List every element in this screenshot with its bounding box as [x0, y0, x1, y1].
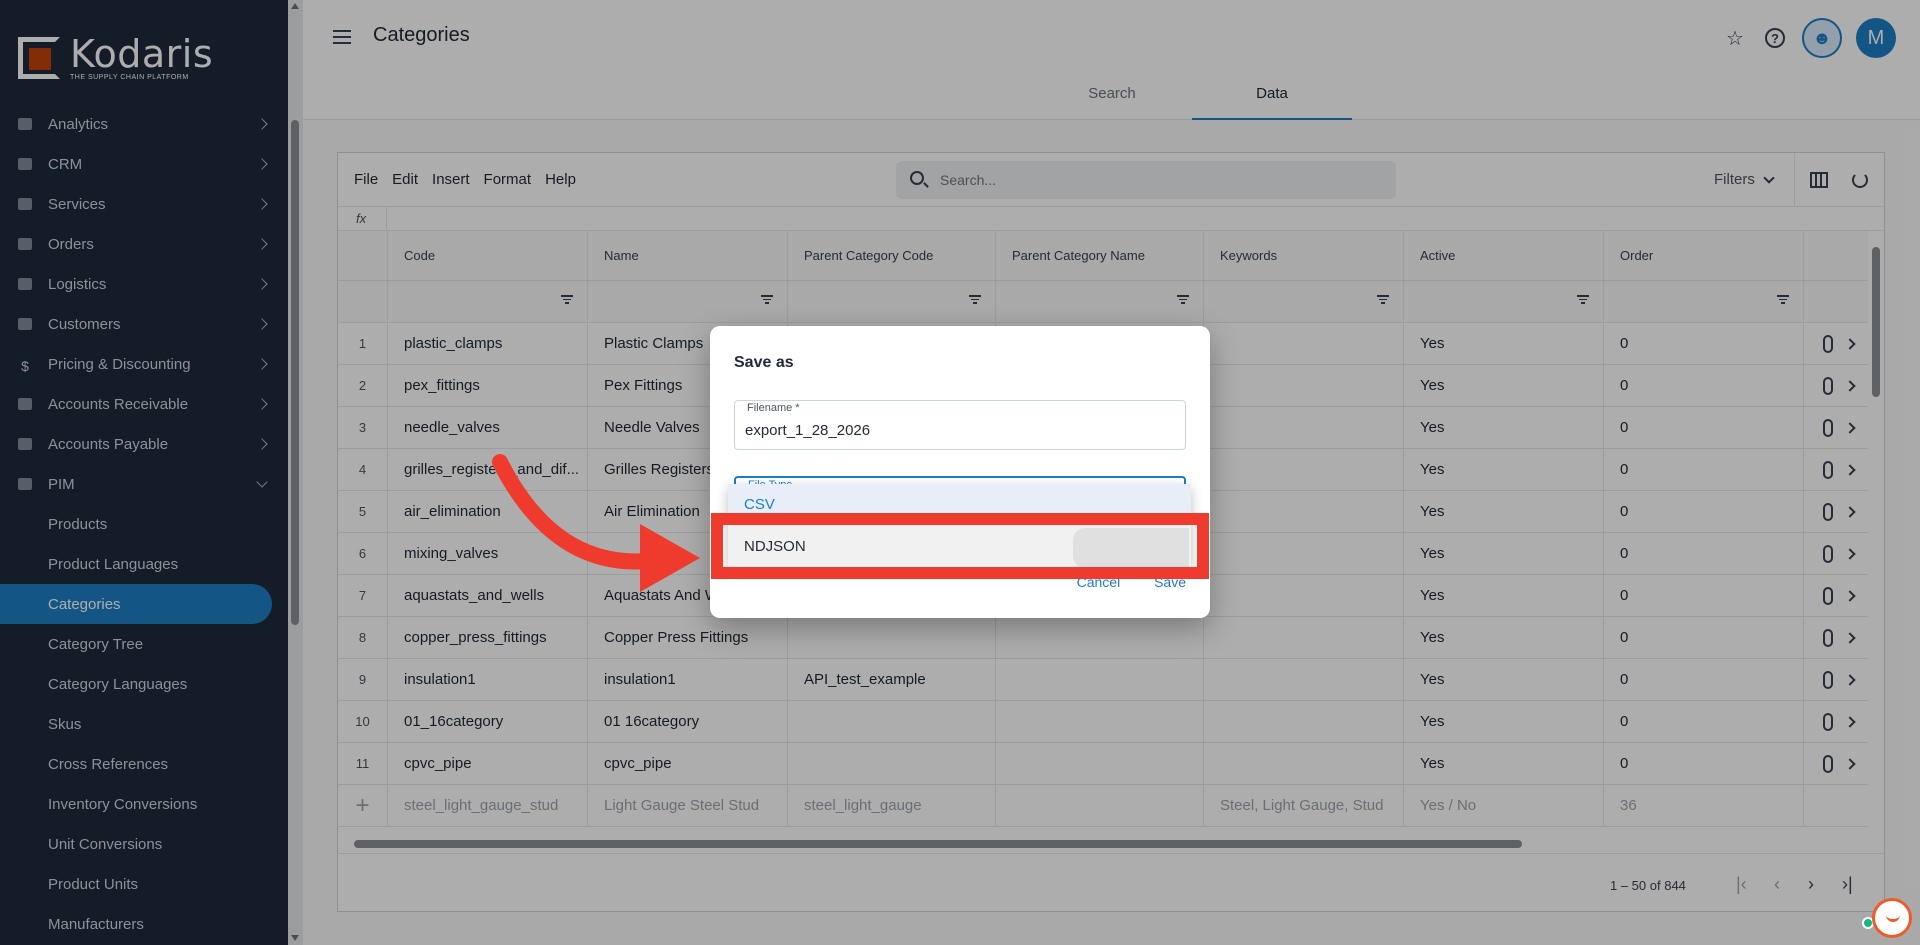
chat-icon[interactable] [1872, 898, 1912, 938]
dialog-title: Save as [734, 354, 794, 371]
filename-input[interactable] [745, 419, 1165, 441]
tutorial-highlight-box [711, 513, 1209, 579]
filename-label: Filename * [745, 402, 802, 414]
filename-field[interactable]: Filename * [734, 400, 1186, 450]
